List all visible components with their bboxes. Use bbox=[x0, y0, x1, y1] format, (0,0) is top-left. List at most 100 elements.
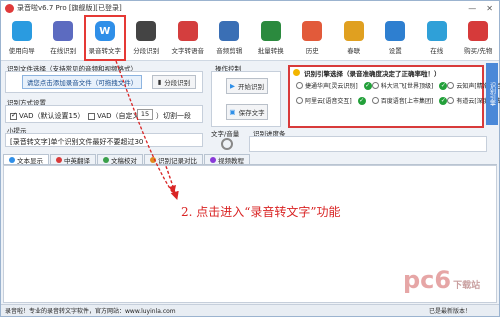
volume-dial-icon bbox=[221, 138, 233, 150]
engine-radio[interactable] bbox=[296, 97, 303, 104]
tab-3[interactable]: 识别记录对比 bbox=[144, 154, 203, 165]
engine-side-tab[interactable]: 识别引擎 bbox=[486, 63, 498, 125]
engine-radio[interactable] bbox=[371, 97, 379, 104]
vad-default-option[interactable]: VAD（默认设置15） bbox=[10, 111, 84, 121]
app-window: 录音啦v6.7 Pro [旗舰版][已登录] — ✕ 使用向导 在线识别 W 录音转文… bbox=[0, 0, 500, 317]
vad-value-input[interactable]: 15 bbox=[137, 109, 153, 120]
status-bar: 录音啦！专业的录音转文字软件，官方网站：www.luyinla.com 已是最新… bbox=[1, 304, 499, 316]
engine-label: 阿里云[语音交互] bbox=[305, 98, 352, 105]
vad-default-label: VAD（默认设置15） bbox=[19, 112, 85, 120]
toolbar-history-label: 历史 bbox=[305, 47, 319, 55]
waveform-icon: ▮ bbox=[157, 78, 162, 86]
action-control-box: ▶ 开始识别 ▣ 保存文字 bbox=[211, 71, 281, 127]
engine-option[interactable]: 百度语音[上市集团] ✓ bbox=[371, 96, 448, 105]
engine-select-panel: 识别引擎选择（录音准确度决定了正确率啦！） 捷通华声[灵云识别] ✓ 科大讯飞[世界… bbox=[288, 65, 500, 128]
window-controls: — ✕ bbox=[468, 4, 499, 13]
toolbar-usage-guide-label: 使用向导 bbox=[8, 47, 35, 55]
title-bar: 录音啦v6.7 Pro [旗舰版][已登录] — ✕ bbox=[1, 1, 499, 15]
save-text-button[interactable]: ▣ 保存文字 bbox=[226, 104, 268, 120]
tab-strip: 文本显示 中英翻译 文稿校对 识别记录对比 视频教程 bbox=[3, 154, 497, 165]
status-left: 录音啦！专业的录音转文字软件，官方网站：www.luyinla.com bbox=[5, 308, 176, 315]
watermark-sub: 下载站 bbox=[453, 281, 481, 291]
start-recognize-label: 开始识别 bbox=[238, 83, 264, 91]
engine-label: 捷通华声[灵云识别] bbox=[305, 83, 358, 90]
toolbar-online-label: 在线 bbox=[430, 47, 444, 55]
vad-custom-checkbox[interactable] bbox=[88, 112, 95, 120]
toolbar-text-to-speech-button[interactable]: 文字转语音 bbox=[167, 15, 209, 61]
status-right: 已是最新版本！ bbox=[428, 308, 471, 315]
toolbar-settings-button[interactable]: 设置 bbox=[375, 15, 417, 61]
usage-guide-icon bbox=[11, 21, 32, 41]
engine-label: 科大讯飞[世界顶级] bbox=[380, 83, 434, 90]
app-logo-icon bbox=[5, 3, 14, 13]
toolbar-help-button[interactable]: 春联 bbox=[333, 15, 375, 61]
engine-option[interactable]: 阿里云[语音交互] ✓ bbox=[296, 96, 372, 105]
progress-area bbox=[249, 136, 487, 152]
engine-header: 识别引擎选择（录音准确度决定了正确率啦！） bbox=[290, 67, 482, 78]
engine-radio[interactable] bbox=[447, 82, 455, 89]
check-circle-icon: ✓ bbox=[439, 96, 448, 105]
mode-settings-box: VAD（默认设置15） VAD（自定义 15 ）切割一段 bbox=[5, 105, 203, 123]
toolbar-online-recognize-label: 在线识别 bbox=[50, 47, 77, 55]
online-icon bbox=[426, 21, 447, 41]
online-recognize-icon bbox=[53, 21, 74, 41]
tab-2[interactable]: 文稿校对 bbox=[97, 154, 143, 165]
annotation-text: 2. 点击进入“录音转文字”功能 bbox=[181, 205, 341, 219]
engine-option[interactable]: 捷通华声[灵云识别] ✓ bbox=[296, 81, 372, 90]
vad-custom-option[interactable]: VAD（自定义 bbox=[88, 111, 140, 121]
tab-label: 视频教程 bbox=[218, 156, 244, 165]
tab-1[interactable]: 中英翻译 bbox=[50, 154, 96, 165]
tab-4[interactable]: 视频教程 bbox=[204, 154, 250, 165]
watermark: pc6 下载站 bbox=[403, 266, 480, 294]
toolbar-usage-guide-button[interactable]: 使用向导 bbox=[1, 15, 43, 61]
engine-grid: 捷通华声[灵云识别]✓科大讯飞[世界顶级]✓云知声[精准稳定]✓阿里云[语音交互… bbox=[290, 77, 500, 105]
tab-0[interactable]: 文本显示 bbox=[3, 154, 49, 165]
toolbar-online-button[interactable]: 在线 bbox=[416, 15, 458, 61]
start-recognize-button[interactable]: ▶ 开始识别 bbox=[226, 78, 268, 94]
watermark-main: pc6 bbox=[403, 266, 452, 294]
toolbar-history-button[interactable]: 历史 bbox=[292, 15, 334, 61]
file-drop-area[interactable]: 请您点击添加录音文件（可拖拽文件） ▮ 分段识别 bbox=[5, 71, 203, 93]
engine-radio[interactable] bbox=[371, 82, 379, 89]
segment-recognize-icon bbox=[136, 21, 157, 41]
minimize-button[interactable]: — bbox=[468, 4, 476, 13]
tab-label: 识别记录对比 bbox=[158, 156, 197, 165]
batch-convert-icon bbox=[260, 21, 281, 41]
main-toolbar: 使用向导 在线识别 W 录音转文字 分段识别 文字转语音 音频剪辑 批量转换 历史 春联 设置 在线 购… bbox=[1, 15, 499, 61]
close-button[interactable]: ✕ bbox=[486, 4, 493, 13]
window-title: 录音啦v6.7 Pro [旗舰版][已登录] bbox=[17, 4, 122, 12]
check-circle-icon: ✓ bbox=[363, 81, 372, 90]
toolbar-batch-convert-button[interactable]: 批量转换 bbox=[250, 15, 292, 61]
toolbar-audio-to-text-button[interactable]: W 录音转文字 bbox=[84, 15, 126, 61]
audio-clip-icon bbox=[219, 21, 240, 41]
tab-icon bbox=[9, 156, 15, 163]
segment-recognize-button[interactable]: ▮ 分段识别 bbox=[152, 75, 196, 89]
tab-label: 中英翻译 bbox=[64, 156, 90, 165]
toolbar-buy-button[interactable]: 购买/先物 bbox=[458, 15, 500, 61]
vad-default-checkbox[interactable] bbox=[10, 111, 17, 120]
toolbar-audio-to-text-label: 录音转文字 bbox=[88, 47, 122, 55]
toolbar-segment-recognize-label: 分段识别 bbox=[133, 47, 160, 55]
toolbar-text-to-speech-label: 文字转语音 bbox=[171, 47, 205, 55]
history-icon bbox=[302, 21, 323, 41]
tab-icon bbox=[56, 156, 62, 163]
toolbar-segment-recognize-button[interactable]: 分段识别 bbox=[126, 15, 168, 61]
toolbar-online-recognize-button[interactable]: 在线识别 bbox=[43, 15, 85, 61]
toolbar-help-label: 春联 bbox=[347, 47, 361, 55]
engine-option[interactable]: 科大讯飞[世界顶级] ✓ bbox=[371, 81, 448, 90]
tab-icon bbox=[103, 156, 109, 163]
audio-to-text-icon: W bbox=[94, 21, 115, 41]
engine-radio[interactable] bbox=[296, 82, 303, 89]
toolbar-buy-label: 购买/先物 bbox=[464, 47, 493, 55]
vad-custom-label: VAD（自定义 bbox=[97, 112, 140, 120]
tab-icon bbox=[150, 156, 156, 163]
tab-icon bbox=[210, 156, 216, 163]
text-to-speech-icon bbox=[177, 21, 198, 41]
add-file-button[interactable]: 请您点击添加录音文件（可拖拽文件） bbox=[22, 75, 142, 89]
toolbar-settings-label: 设置 bbox=[388, 47, 402, 55]
toolbar-audio-clip-button[interactable]: 音频剪辑 bbox=[209, 15, 251, 61]
engine-radio[interactable] bbox=[447, 97, 455, 104]
save-text-label: 保存文字 bbox=[238, 109, 265, 117]
save-icon: ▣ bbox=[229, 108, 236, 116]
help-icon bbox=[343, 21, 364, 41]
